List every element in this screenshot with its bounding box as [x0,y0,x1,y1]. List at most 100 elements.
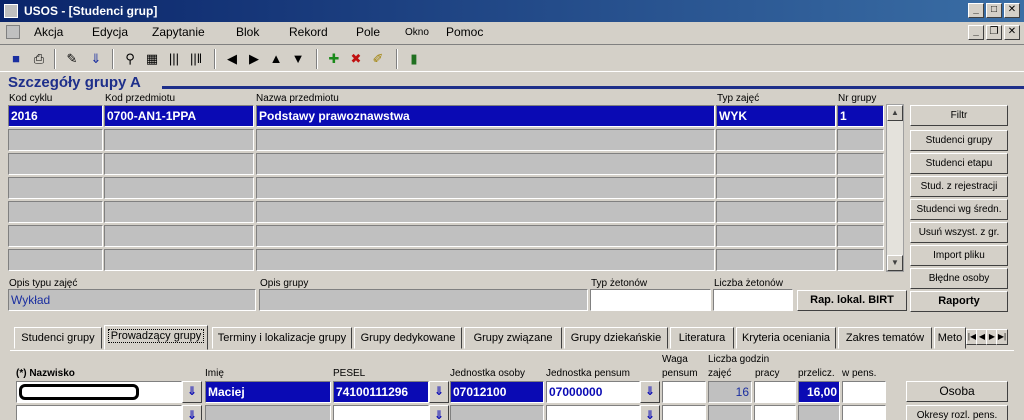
bledne-osoby-button[interactable]: Błędne osoby [910,268,1008,289]
grid-cell-nazwa-przedmiotu[interactable] [256,201,715,223]
waga-pensum-field[interactable] [662,381,706,403]
previous-block-icon[interactable]: ▲ [266,49,286,69]
grid-cell-kod-cyklu[interactable]: 2016 [8,105,103,127]
przelicz-field[interactable]: 16,00 [798,381,840,403]
tab-literatura[interactable]: Literatura [670,327,734,349]
imie-field[interactable]: Maciej [205,381,331,403]
rap-lokal-birt-button[interactable]: Rap. lokal. BIRT [797,290,907,311]
w-pens-field-row2[interactable] [842,405,886,420]
execute-query-icon[interactable]: ▦ [142,49,162,69]
grid-scrollbar[interactable]: ▲ ▼ [886,104,904,272]
jednostka-pensum-field[interactable]: 07000000 [546,381,640,403]
maximize-button[interactable]: □ [986,3,1002,18]
scroll-down-icon[interactable]: ▼ [887,255,903,271]
menu-blok[interactable]: Blok [236,25,259,39]
grid-cell-kod-przedmiotu[interactable]: 0700-AN1-1PPA [104,105,254,127]
opis-typu-field[interactable]: Wykład [8,289,256,311]
grid-cell-kod-przedmiotu[interactable] [104,153,254,175]
pesel-lov-icon[interactable]: ⇓ [429,381,449,403]
tab-metody[interactable]: Meto [934,327,966,349]
grid-cell-typ-zajec[interactable] [716,201,836,223]
tab-grupy-dziekanskie[interactable]: Grupy dziekańskie [564,327,668,349]
grid-cell-kod-przedmiotu[interactable] [104,225,254,247]
grid-cell-typ-zajec[interactable]: WYK [716,105,836,127]
grid-cell-kod-cyklu[interactable] [8,225,103,247]
opis-grupy-field[interactable] [259,289,588,311]
child-close-button[interactable]: ✕ [1004,25,1020,40]
tab-prowadzacy-grupy[interactable]: Prowadzący grupy [104,325,208,350]
w-pens-field[interactable] [842,381,886,403]
pesel-field-row2[interactable] [333,405,429,420]
grid-cell-nazwa-przedmiotu[interactable] [256,129,715,151]
tab-terminy-lokalizacje[interactable]: Terminy i lokalizacje grupy [212,327,352,349]
grid-cell-nr-grupy[interactable] [837,129,884,151]
child-minimize-button[interactable]: _ [968,25,984,40]
tab-kryteria-oceniania[interactable]: Kryteria oceniania [736,327,836,349]
jednostka-osoby-field[interactable]: 07012100 [450,381,544,403]
jednostka-pensum-lov-icon[interactable]: ⇓ [640,381,660,403]
exit-door-icon[interactable]: ▮ [404,49,424,69]
scroll-up-icon[interactable]: ▲ [887,105,903,121]
menu-pole[interactable]: Pole [356,25,380,39]
grid-cell-nr-grupy[interactable]: 1 [837,105,884,127]
nazwisko-field-row2[interactable] [16,405,182,420]
liczba-zetonow-field[interactable] [713,289,793,311]
pesel-lov-icon-row2[interactable]: ⇓ [429,405,449,420]
bar-query-icon[interactable]: ||‖ [186,49,206,69]
grid-cell-kod-cyklu[interactable] [8,249,103,271]
close-button[interactable]: ✕ [1004,3,1020,18]
studenci-wg-sredn-button[interactable]: Studenci wg średn. [910,199,1008,220]
nazwisko-field[interactable] [16,381,182,403]
grid-cell-nr-grupy[interactable] [837,177,884,199]
filtr-button[interactable]: Filtr [910,105,1008,126]
insert-record-icon[interactable]: ✚ [324,49,344,69]
menu-akcja[interactable]: Akcja [34,25,63,39]
osoba-button[interactable]: Osoba [906,381,1008,402]
print-preview-icon[interactable]: ⎙ [29,49,49,69]
grid-cell-nr-grupy[interactable] [837,153,884,175]
menu-rekord[interactable]: Rekord [289,25,328,39]
grid-cell-nr-grupy[interactable] [837,201,884,223]
godzin-pracy-field-row2[interactable] [754,405,796,420]
grid-cell-kod-przedmiotu[interactable] [104,201,254,223]
grid-cell-typ-zajec[interactable] [716,225,836,247]
stud-z-rejestracji-button[interactable]: Stud. z rejestracji [910,176,1008,197]
download-arrow-icon[interactable]: ⇓ [86,49,106,69]
grid-cell-kod-przedmiotu[interactable] [104,177,254,199]
nazwisko-lov-icon-row2[interactable]: ⇓ [182,405,202,420]
grid-cell-nazwa-przedmiotu[interactable] [256,249,715,271]
grid-cell-nazwa-przedmiotu[interactable] [256,225,715,247]
child-window-icon[interactable] [6,25,20,39]
edit-pencil-icon[interactable]: ✎ [62,49,82,69]
import-pliku-button[interactable]: Import pliku [910,245,1008,266]
grid-cell-nazwa-przedmiotu[interactable] [256,153,715,175]
godzin-zajec-field-row2[interactable] [708,405,752,420]
child-restore-button[interactable]: ❐ [986,25,1002,40]
przelicz-field-row2[interactable] [798,405,840,420]
grid-cell-kod-cyklu[interactable] [8,201,103,223]
save-icon[interactable]: ■ [6,49,26,69]
menu-okno[interactable]: Okno [405,27,429,38]
grid-cell-nazwa-przedmiotu[interactable] [256,177,715,199]
grid-cell-kod-cyklu[interactable] [8,177,103,199]
grid-cell-kod-przedmiotu[interactable] [104,129,254,151]
grid-cell-nazwa-przedmiotu[interactable]: Podstawy prawoznawstwa [256,105,715,127]
godzin-pracy-field[interactable] [754,381,796,403]
count-query-icon[interactable]: ||| [164,49,184,69]
next-block-icon[interactable]: ▼ [288,49,308,69]
grid-cell-typ-zajec[interactable] [716,129,836,151]
okresy-rozl-pens-button[interactable]: Okresy rozl. pens. [906,405,1008,420]
tab-zakres-tematow[interactable]: Zakres tematów [838,327,932,349]
jednostka-pensum-lov-icon-row2[interactable]: ⇓ [640,405,660,420]
jednostka-pensum-field-row2[interactable] [546,405,640,420]
studenci-etapu-button[interactable]: Studenci etapu [910,153,1008,174]
next-record-icon[interactable]: ▶ [244,49,264,69]
waga-pensum-field-row2[interactable] [662,405,706,420]
tab-grupy-dedykowane[interactable]: Grupy dedykowane [354,327,462,349]
menu-pomoc[interactable]: Pomoc [446,25,483,39]
studenci-grupy-button[interactable]: Studenci grupy [910,130,1008,151]
usun-wszyst-button[interactable]: Usuń wszyst. z gr. [910,222,1008,243]
grid-cell-kod-cyklu[interactable] [8,129,103,151]
grid-cell-typ-zajec[interactable] [716,249,836,271]
tab-grupy-zwiazane[interactable]: Grupy związane [464,327,562,349]
